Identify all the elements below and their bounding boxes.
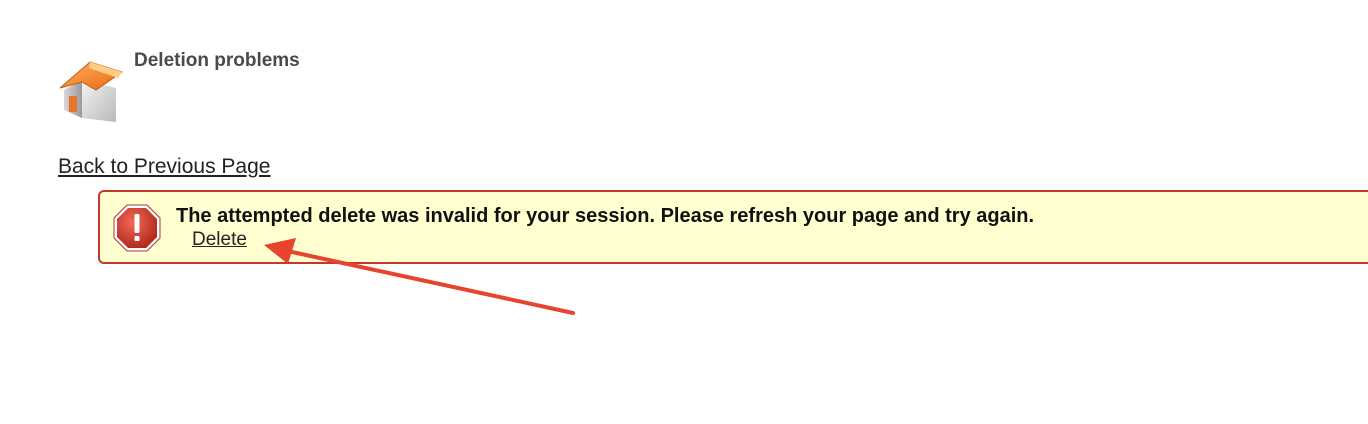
stop-icon bbox=[113, 204, 161, 252]
back-to-previous-page-link[interactable]: Back to Previous Page bbox=[58, 155, 270, 179]
error-message-box: The attempted delete was invalid for you… bbox=[98, 190, 1368, 264]
page-title: Deletion problems bbox=[134, 50, 300, 71]
error-message-text: The attempted delete was invalid for you… bbox=[176, 205, 1035, 227]
home-icon bbox=[59, 61, 124, 122]
delete-link[interactable]: Delete bbox=[192, 229, 247, 251]
page: Deletion problems Back to Previous Page … bbox=[0, 0, 1368, 424]
